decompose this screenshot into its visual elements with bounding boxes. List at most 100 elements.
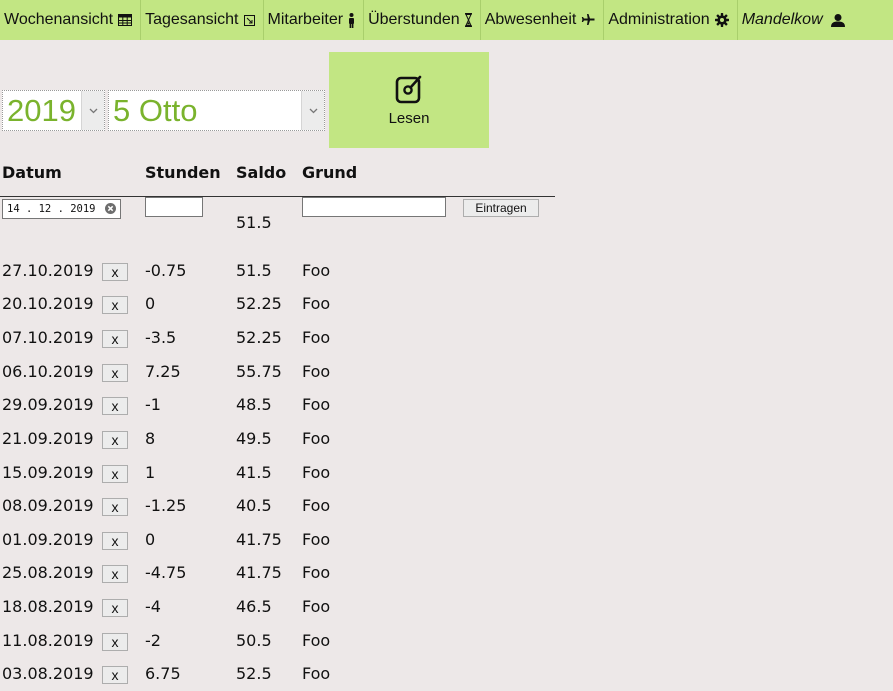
row-reason: Foo [302, 429, 331, 448]
employee-select-value: 5 Otto [113, 93, 198, 128]
delete-button[interactable]: x [102, 263, 128, 281]
row-date: 11.08.2019 [2, 631, 94, 650]
chevron-down-icon [81, 91, 104, 130]
nav-item-week-view[interactable]: Wochenansicht [0, 0, 142, 40]
table-row: 07.10.2019 x -3.5 52.25 Foo [0, 328, 555, 352]
row-saldo: 49.5 [236, 429, 272, 448]
row-hours: 6.75 [145, 664, 181, 683]
row-reason: Foo [302, 664, 331, 683]
row-reason: Foo [302, 563, 331, 582]
delete-button[interactable]: x [102, 364, 128, 382]
delete-button[interactable]: x [102, 397, 128, 415]
delete-button[interactable]: x [102, 498, 128, 516]
row-saldo: 52.25 [236, 294, 282, 313]
hourglass-icon [464, 13, 472, 27]
row-reason: Foo [302, 328, 331, 347]
nav-item-user[interactable]: Mandelkow [738, 0, 853, 40]
row-hours: -3.5 [145, 328, 177, 347]
year-select[interactable]: 2019 [2, 90, 105, 131]
row-date: 07.10.2019 [2, 328, 94, 347]
row-hours: -2 [145, 631, 161, 650]
read-button[interactable]: Lesen [329, 52, 489, 148]
nav-item-label: Abwesenheit [484, 11, 577, 28]
table-row: 20.10.2019 x 0 52.25 Foo [0, 294, 555, 318]
column-header-saldo: Saldo [236, 163, 287, 182]
delete-button[interactable]: x [102, 633, 128, 651]
nav-item-label: Tagesansicht [145, 11, 239, 28]
row-saldo: 50.5 [236, 631, 272, 650]
row-hours: 1 [145, 463, 156, 482]
row-hours: 8 [145, 429, 156, 448]
plane-icon [582, 14, 595, 25]
delete-button[interactable]: x [102, 599, 128, 617]
reason-input[interactable] [302, 197, 446, 217]
delete-button[interactable]: x [102, 431, 128, 449]
current-saldo: 51.5 [236, 213, 272, 232]
row-reason: Foo [302, 530, 331, 549]
row-hours: -4 [145, 597, 161, 616]
row-hours: -1 [145, 395, 161, 414]
nav-item-employees[interactable]: Mitarbeiter [264, 0, 365, 40]
nav-item-day-view[interactable]: Tagesansicht [141, 0, 264, 40]
row-date: 29.09.2019 [2, 395, 94, 414]
table-row: 27.10.2019 x -0.75 51.5 Foo [0, 261, 555, 285]
delete-button[interactable]: x [102, 465, 128, 483]
row-hours: 0 [145, 294, 156, 313]
read-button-label: Lesen [388, 110, 430, 127]
enter-button[interactable]: Eintragen [463, 199, 539, 217]
row-date: 15.09.2019 [2, 463, 94, 482]
top-nav: Wochenansicht Tagesansicht Mitarbeiter Ü… [0, 0, 893, 40]
delete-button[interactable]: x [102, 666, 128, 684]
delete-button[interactable]: x [102, 330, 128, 348]
row-saldo: 41.75 [236, 563, 282, 582]
row-hours: 0 [145, 530, 156, 549]
nav-item-administration[interactable]: Administration [604, 0, 738, 40]
clear-icon[interactable] [105, 203, 116, 214]
nav-item-label: Überstunden [368, 11, 460, 28]
table-row: 11.08.2019 x -2 50.5 Foo [0, 631, 555, 655]
hours-input[interactable] [145, 197, 203, 217]
row-reason: Foo [302, 362, 331, 381]
delete-button[interactable]: x [102, 532, 128, 550]
table-row: 01.09.2019 x 0 41.75 Foo [0, 530, 555, 554]
row-hours: -4.75 [145, 563, 187, 582]
row-reason: Foo [302, 294, 331, 313]
row-saldo: 51.5 [236, 261, 272, 280]
gear-icon [714, 13, 729, 27]
day-view-icon [243, 14, 255, 26]
row-saldo: 41.75 [236, 530, 282, 549]
calendar-icon [118, 14, 133, 26]
person-icon [349, 12, 355, 28]
row-reason: Foo [302, 631, 331, 650]
row-saldo: 52.25 [236, 328, 282, 347]
nav-item-absence[interactable]: Abwesenheit [481, 0, 605, 40]
table-row: 18.08.2019 x -4 46.5 Foo [0, 597, 555, 621]
nav-item-overtime[interactable]: Überstunden [364, 0, 481, 40]
delete-button[interactable]: x [102, 565, 128, 583]
row-reason: Foo [302, 496, 331, 515]
row-date: 21.09.2019 [2, 429, 94, 448]
nav-item-label: Mitarbeiter [267, 11, 344, 28]
row-reason: Foo [302, 395, 331, 414]
user-icon [830, 13, 845, 27]
row-date: 01.09.2019 [2, 530, 94, 549]
table-row: 03.08.2019 x 6.75 52.5 Foo [0, 664, 555, 688]
row-saldo: 41.5 [236, 463, 272, 482]
nav-item-label: Administration [608, 11, 710, 28]
table-row: 15.09.2019 x 1 41.5 Foo [0, 463, 555, 487]
row-reason: Foo [302, 261, 331, 280]
row-date: 20.10.2019 [2, 294, 94, 313]
employee-select[interactable]: 5 Otto [108, 90, 325, 131]
row-hours: -0.75 [145, 261, 187, 280]
row-hours: 7.25 [145, 362, 181, 381]
table-row: 29.09.2019 x -1 48.5 Foo [0, 395, 555, 419]
table-row: 08.09.2019 x -1.25 40.5 Foo [0, 496, 555, 520]
table-row: 25.08.2019 x -4.75 41.75 Foo [0, 563, 555, 587]
edit-icon [395, 75, 422, 104]
delete-button[interactable]: x [102, 296, 128, 314]
nav-item-label: Mandelkow [741, 11, 823, 28]
column-header-hours: Stunden [145, 163, 221, 182]
column-header-reason: Grund [302, 163, 358, 182]
row-date: 27.10.2019 [2, 261, 94, 280]
date-input[interactable]: 14 . 12 . 2019 [2, 199, 121, 219]
